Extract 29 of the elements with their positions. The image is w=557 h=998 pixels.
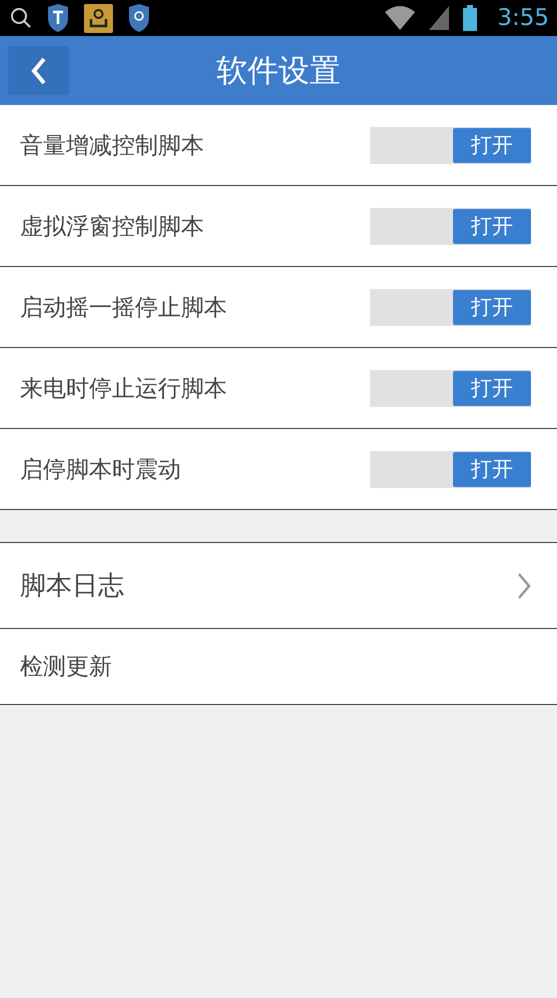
setting-label: 来电时停止运行脚本 xyxy=(20,374,228,404)
toggle-knob: 打开 xyxy=(453,452,531,486)
wifi-icon xyxy=(385,6,416,30)
shield-icon xyxy=(127,4,151,32)
search-icon xyxy=(10,7,32,29)
toggle-switch[interactable]: 打开 xyxy=(370,370,531,406)
signal-icon xyxy=(429,6,450,30)
toggle-switch[interactable]: 打开 xyxy=(370,450,531,488)
toggle-knob: 打开 xyxy=(453,128,531,162)
toggle-knob: 打开 xyxy=(453,290,531,324)
shield-icon xyxy=(46,4,70,32)
toggle-switch[interactable]: 打开 xyxy=(370,126,531,164)
menu-label: 脚本日志 xyxy=(20,570,125,603)
back-icon xyxy=(30,56,46,84)
setting-label: 音量增减控制脚本 xyxy=(20,132,205,160)
status-time: 3:55 xyxy=(497,5,549,31)
setting-label: 启动摇一摇停止脚本 xyxy=(20,294,228,322)
chevron-icon xyxy=(517,572,531,600)
back-button[interactable] xyxy=(8,46,69,95)
toggle-switch[interactable]: 打开 xyxy=(370,288,531,326)
battery-icon xyxy=(463,5,478,31)
toggle-knob: 打开 xyxy=(453,208,531,244)
setting-label: 虚拟浮窗控制脚本 xyxy=(20,212,205,242)
toggle-knob: 打开 xyxy=(453,370,531,406)
setting-label: 启停脚本时震动 xyxy=(20,456,182,484)
toggle-switch[interactable]: 打开 xyxy=(370,208,531,244)
menu-label: 检测更新 xyxy=(20,653,113,682)
location-box-icon xyxy=(84,4,113,32)
page-title: 软件设置 xyxy=(216,52,340,90)
